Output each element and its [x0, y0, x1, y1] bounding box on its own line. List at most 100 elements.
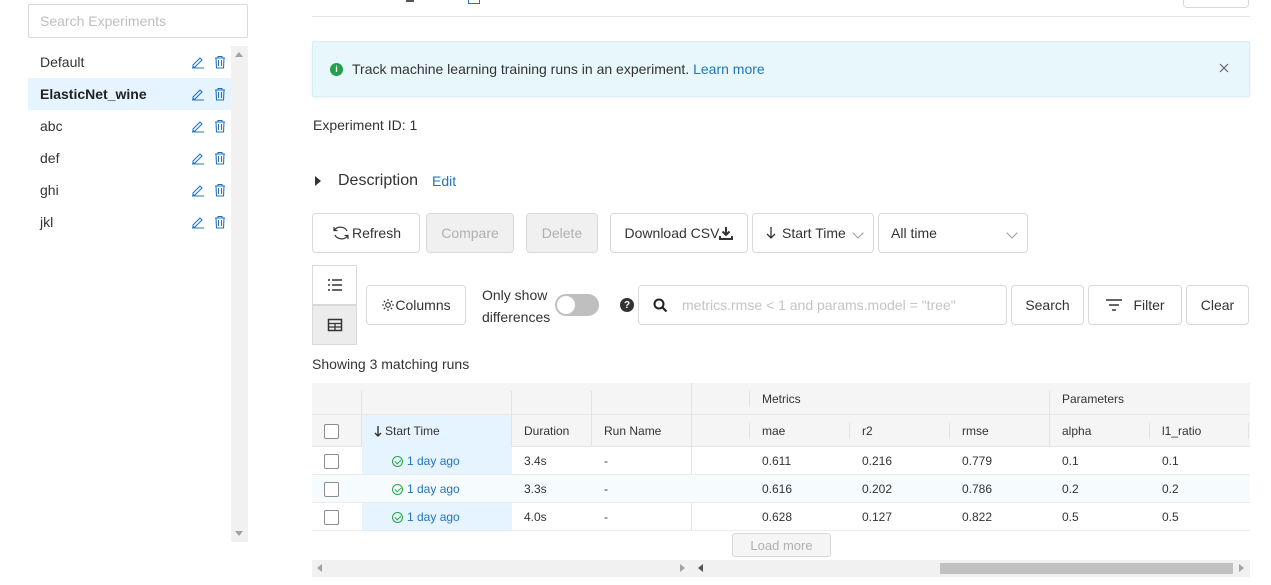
- header-duration[interactable]: Duration: [524, 415, 569, 447]
- edit-pencil-icon[interactable]: [191, 55, 205, 69]
- columns-button[interactable]: Columns: [366, 285, 466, 325]
- banner-text: Track machine learning training runs in …: [352, 61, 765, 77]
- filter-button[interactable]: Filter: [1088, 285, 1182, 325]
- arrow-down-icon: [766, 227, 776, 239]
- edit-pencil-icon[interactable]: [191, 215, 205, 229]
- experiment-item-elasticnet-wine[interactable]: ElasticNet_wine: [28, 78, 231, 110]
- header-start-time[interactable]: Start Time: [374, 415, 440, 447]
- header-l1-ratio[interactable]: l1_ratio: [1162, 415, 1201, 447]
- close-icon[interactable]: [1217, 61, 1231, 75]
- scroll-left-icon[interactable]: [317, 564, 322, 572]
- trash-icon[interactable]: [214, 55, 226, 69]
- filter-label: Filter: [1133, 297, 1165, 313]
- header-start-time-label: Start Time: [385, 424, 440, 438]
- time-range-select[interactable]: All time: [878, 213, 1028, 253]
- column-divider: [749, 391, 750, 407]
- download-csv-button[interactable]: Download CSV: [610, 213, 748, 253]
- compare-button[interactable]: Compare: [426, 213, 514, 253]
- load-more-button[interactable]: Load more: [732, 533, 831, 557]
- sort-arrow-down-icon: [374, 425, 382, 437]
- clear-button[interactable]: Clear: [1186, 285, 1249, 325]
- scroll-right-icon[interactable]: [1239, 564, 1244, 572]
- gear-icon: [382, 299, 395, 311]
- toggle-knob: [557, 296, 575, 314]
- help-icon[interactable]: ?: [620, 298, 634, 312]
- search-experiments-input[interactable]: [28, 4, 248, 38]
- metric-r2: 0.127: [862, 510, 893, 524]
- table-horizontal-scrollbar[interactable]: [312, 560, 1250, 577]
- header-mae[interactable]: mae: [762, 415, 785, 447]
- search-runs-box[interactable]: [638, 285, 1007, 325]
- experiment-item-default[interactable]: Default: [28, 46, 231, 78]
- edit-pencil-icon[interactable]: [191, 151, 205, 165]
- delete-button[interactable]: Delete: [526, 213, 598, 253]
- header-r2[interactable]: r2: [862, 415, 873, 447]
- column-divider: [849, 423, 850, 439]
- trash-icon[interactable]: [214, 119, 226, 133]
- experiment-item-abc[interactable]: abc: [28, 110, 231, 142]
- differences-toggle[interactable]: [555, 294, 599, 316]
- chevron-down-icon: [852, 227, 864, 239]
- param-l1-ratio: 0.1: [1162, 454, 1179, 468]
- run-start-link[interactable]: 1 day ago: [392, 454, 460, 468]
- learn-more-link[interactable]: Learn more: [693, 61, 765, 77]
- header-run-name[interactable]: Run Name: [604, 415, 661, 447]
- column-divider: [749, 423, 750, 439]
- metric-r2: 0.216: [862, 454, 893, 468]
- table-view-button[interactable]: [312, 305, 357, 345]
- trash-icon[interactable]: [214, 215, 226, 229]
- trash-icon[interactable]: [214, 151, 226, 165]
- download-icon: [719, 227, 734, 240]
- description-section: Description Edit: [313, 171, 456, 191]
- sort-select[interactable]: Start Time: [752, 213, 874, 253]
- row-checkbox[interactable]: [324, 509, 339, 525]
- run-start-link[interactable]: 1 day ago: [392, 510, 460, 524]
- edit-pencil-icon[interactable]: [191, 87, 205, 101]
- header-alpha[interactable]: alpha: [1062, 415, 1091, 447]
- experiment-item-def[interactable]: def: [28, 142, 231, 174]
- description-edit-link[interactable]: Edit: [432, 173, 456, 189]
- run-name: -: [604, 454, 608, 468]
- scroll-right-icon[interactable]: [680, 564, 685, 572]
- run-name: -: [604, 482, 608, 496]
- header-rmse[interactable]: rmse: [962, 415, 989, 447]
- copy-icon[interactable]: [468, 0, 480, 4]
- header-fragment: [406, 0, 414, 2]
- check-circle-icon: [392, 511, 403, 523]
- param-alpha: 0.2: [1062, 482, 1079, 496]
- experiment-name: ElasticNet_wine: [40, 86, 147, 102]
- trash-icon[interactable]: [214, 183, 226, 197]
- edit-pencil-icon[interactable]: [191, 183, 205, 197]
- run-start-link[interactable]: 1 day ago: [392, 482, 460, 496]
- row-checkbox[interactable]: [324, 481, 339, 497]
- select-all-checkbox[interactable]: [324, 423, 339, 439]
- experiment-item-ghi[interactable]: ghi: [28, 174, 231, 206]
- edit-pencil-icon[interactable]: [191, 119, 205, 133]
- experiment-name: ghi: [40, 182, 59, 198]
- list-view-button[interactable]: [312, 265, 357, 305]
- scroll-up-icon[interactable]: [235, 52, 243, 57]
- search-button[interactable]: Search: [1011, 285, 1084, 325]
- caret-right-icon[interactable]: [315, 176, 321, 186]
- scrollbar-thumb[interactable]: [940, 563, 1233, 574]
- search-runs-input[interactable]: [680, 296, 1000, 314]
- experiment-item-jkl[interactable]: jkl: [28, 206, 231, 238]
- clear-label: Clear: [1200, 297, 1235, 313]
- column-divider: [511, 391, 512, 447]
- metric-rmse: 0.779: [962, 454, 993, 468]
- experiment-id-value: 1: [409, 117, 418, 133]
- run-duration: 4.0s: [524, 510, 547, 524]
- download-label: Download CSV: [624, 225, 720, 241]
- sidebar-scrollbar[interactable]: [231, 46, 248, 542]
- refresh-button[interactable]: Refresh: [312, 213, 420, 253]
- scroll-left-icon[interactable]: [698, 564, 703, 572]
- header-button[interactable]: [1183, 0, 1249, 8]
- param-l1-ratio: 0.2: [1162, 482, 1179, 496]
- run-start-time: 1 day ago: [407, 482, 460, 496]
- row-checkbox[interactable]: [324, 453, 339, 469]
- description-toggle[interactable]: Description: [338, 172, 418, 190]
- trash-icon[interactable]: [214, 87, 226, 101]
- run-start-time: 1 day ago: [407, 510, 460, 524]
- run-start-time: 1 day ago: [407, 454, 460, 468]
- scroll-down-icon[interactable]: [235, 531, 243, 536]
